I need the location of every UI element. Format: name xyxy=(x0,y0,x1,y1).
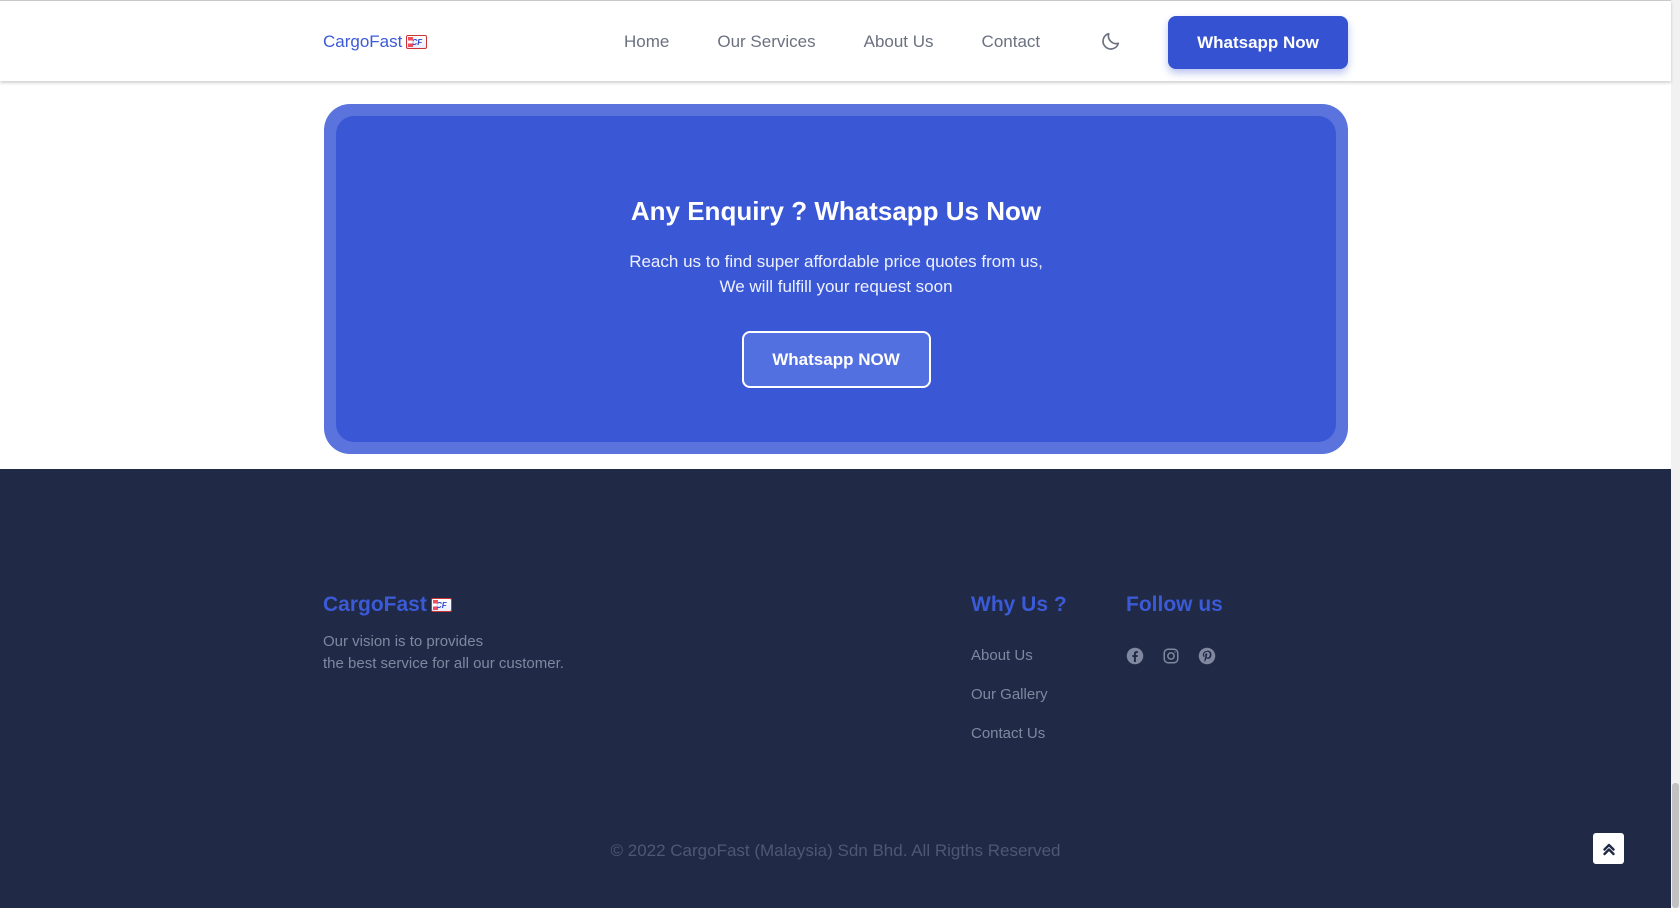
whatsapp-now-cta-button[interactable]: Whatsapp NOW xyxy=(741,331,931,388)
brand-name: CargoFast xyxy=(323,32,403,51)
back-to-top-button[interactable] xyxy=(1593,833,1624,864)
footer-link-contact-us[interactable]: Contact Us xyxy=(971,725,1048,742)
nav-about-us[interactable]: About Us xyxy=(864,32,934,52)
site-footer: CargoFast CF Our vision is to provides t… xyxy=(0,469,1671,908)
footer-brand-name: CargoFast xyxy=(323,593,427,616)
why-us-links: About Us Our Gallery Contact Us xyxy=(971,647,1048,764)
page-scrollbar-thumb[interactable] xyxy=(1672,783,1679,908)
cta-description: Reach us to find super affordable price … xyxy=(629,252,1043,296)
footer-link-about-us[interactable]: About Us xyxy=(971,647,1048,664)
whatsapp-now-button[interactable]: Whatsapp Now xyxy=(1168,16,1348,69)
footer-link-our-gallery[interactable]: Our Gallery xyxy=(971,686,1048,703)
brand-badge-icon: CF xyxy=(406,35,428,49)
nav-our-services[interactable]: Our Services xyxy=(717,32,815,52)
enquiry-cta-section: Any Enquiry ? Whatsapp Us Now Reach us t… xyxy=(324,104,1348,454)
cta-title: Any Enquiry ? Whatsapp Us Now xyxy=(630,196,1042,226)
facebook-icon[interactable] xyxy=(1126,647,1144,665)
social-links xyxy=(1126,647,1216,665)
why-us-heading: Why Us ? xyxy=(971,593,1067,616)
nav-home[interactable]: Home xyxy=(624,32,669,52)
instagram-icon[interactable] xyxy=(1162,647,1180,665)
main-nav: Home Our Services About Us Contact xyxy=(624,32,1088,52)
double-chevron-up-icon xyxy=(1602,843,1615,855)
vision-line-2: the best service for all our customer. xyxy=(323,655,564,672)
moon-icon[interactable] xyxy=(1100,30,1122,52)
footer-brand-badge-text: CF xyxy=(436,600,447,610)
page-scrollbar-track[interactable] xyxy=(1671,0,1680,908)
pinterest-icon[interactable] xyxy=(1198,647,1216,665)
copyright-text: © 2022 CargoFast (Malaysia) Sdn Bhd. All… xyxy=(610,841,1061,860)
footer-vision-text: Our vision is to provides the best servi… xyxy=(323,631,643,675)
follow-us-heading: Follow us xyxy=(1126,593,1223,616)
vision-line-1: Our vision is to provides xyxy=(323,633,484,650)
footer-brand-badge-icon: CF xyxy=(430,598,452,612)
footer-brand-logo[interactable]: CargoFast CF xyxy=(323,593,452,617)
top-navbar: CargoFast CF Home Our Services About Us … xyxy=(0,0,1671,81)
enquiry-cta-card: Any Enquiry ? Whatsapp Us Now Reach us t… xyxy=(336,116,1336,442)
nav-contact[interactable]: Contact xyxy=(982,32,1041,52)
brand-badge-text: CF xyxy=(411,37,423,47)
brand-logo[interactable]: CargoFast CF xyxy=(323,32,428,52)
